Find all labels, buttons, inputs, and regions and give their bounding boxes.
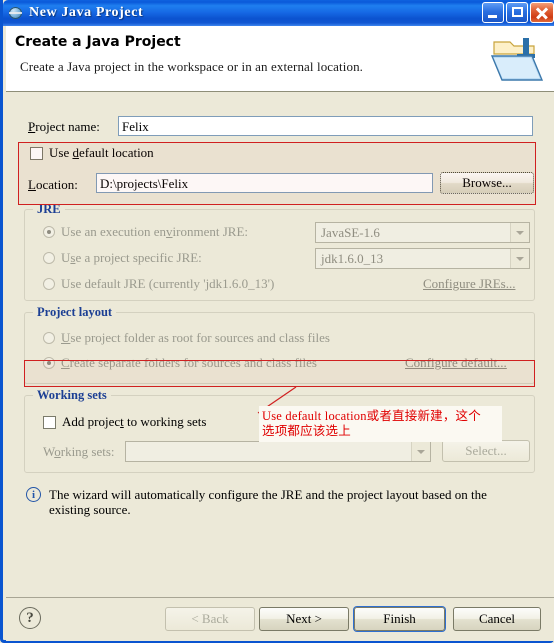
project-name-row: Project name:	[28, 119, 100, 135]
working-sets-group-caption: Working sets	[33, 388, 111, 403]
layout-option-project-folder[interactable]: Use project folder as root for sources a…	[43, 330, 330, 346]
jre-group: JRE Use an execution environment JRE: Ja…	[24, 202, 535, 301]
dialog-window: New Java Project Create a Java Project C…	[0, 0, 554, 643]
location-label: Location:	[28, 177, 78, 192]
info-message: i The wizard will automatically configur…	[26, 487, 536, 517]
jre-group-caption: JRE	[33, 202, 65, 217]
working-sets-row: Working sets:	[43, 444, 115, 460]
annotation-note: Use default location或者直接新建，这个 选项都应该选上	[259, 406, 502, 442]
page-title: Create a Java Project	[15, 34, 181, 50]
window-title: New Java Project	[29, 5, 144, 20]
project-layout-group: Project layout Use project folder as roo…	[24, 305, 535, 384]
add-project-to-working-sets-checkbox[interactable]	[43, 415, 56, 429]
maximize-button[interactable]	[506, 2, 528, 23]
jre-project-specific-radio[interactable]	[43, 252, 55, 264]
title-bar: New Java Project	[3, 0, 554, 26]
page-subtitle: Create a Java project in the workspace o…	[20, 59, 364, 74]
java-project-folder-icon	[490, 38, 544, 81]
working-sets-combo[interactable]	[125, 441, 431, 462]
chevron-down-icon[interactable]	[510, 223, 529, 242]
layout-separate-folders-label: Create separate folders for sources and …	[61, 355, 317, 370]
back-button[interactable]: < Back	[165, 607, 255, 631]
configure-default-link[interactable]: Configure default...	[405, 355, 507, 371]
jre-project-specific-combo-value: jdk1.6.0_13	[321, 250, 384, 266]
project-name-label: Project name:	[28, 119, 100, 134]
layout-option-separate-folders[interactable]: Create separate folders for sources and …	[43, 355, 317, 371]
cancel-button[interactable]: Cancel	[453, 607, 541, 631]
use-default-location-checkbox[interactable]	[30, 146, 43, 160]
wizard-banner: Create a Java Project Create a Java proj…	[6, 26, 554, 92]
next-button[interactable]: Next >	[259, 607, 349, 631]
jre-execution-env-label: Use an execution environment JRE:	[61, 224, 249, 239]
layout-project-folder-label: Use project folder as root for sources a…	[61, 330, 330, 345]
jre-execution-env-radio[interactable]	[43, 226, 55, 238]
info-message-text: The wizard will automatically configure …	[49, 487, 487, 517]
minimize-button[interactable]	[482, 2, 504, 23]
jre-project-specific-combo[interactable]: jdk1.6.0_13	[315, 248, 530, 269]
eclipse-globe-icon	[8, 5, 24, 21]
add-project-to-working-sets-row[interactable]: Add project to working sets	[43, 414, 206, 430]
use-default-location-label: Use default location	[49, 145, 154, 160]
use-default-location-row[interactable]: Use default location	[30, 145, 154, 161]
chevron-down-icon[interactable]	[510, 249, 529, 268]
close-button[interactable]	[530, 2, 554, 23]
jre-option-project-specific[interactable]: Use a project specific JRE:	[43, 250, 202, 266]
jre-project-specific-label: Use a project specific JRE:	[61, 250, 202, 265]
info-icon: i	[26, 487, 41, 502]
jre-execution-env-combo-value: JavaSE-1.6	[321, 224, 380, 240]
screenshot-root: New Java Project Create a Java Project C…	[0, 0, 554, 643]
project-layout-group-caption: Project layout	[33, 305, 117, 320]
browse-button[interactable]: Browse...	[440, 172, 534, 194]
location-row: Location:	[28, 177, 78, 193]
finish-button[interactable]: Finish	[354, 607, 445, 631]
window-controls	[482, 2, 554, 23]
jre-option-execution-env[interactable]: Use an execution environment JRE:	[43, 224, 248, 240]
jre-option-default[interactable]: Use default JRE (currently 'jdk1.6.0_13'…	[43, 276, 274, 292]
jre-execution-env-combo[interactable]: JavaSE-1.6	[315, 222, 530, 243]
layout-separate-folders-radio[interactable]	[43, 357, 55, 369]
help-button[interactable]: ?	[19, 607, 41, 629]
jre-default-radio[interactable]	[43, 278, 55, 290]
chevron-down-icon[interactable]	[411, 442, 430, 461]
layout-project-folder-radio[interactable]	[43, 332, 55, 344]
dialog-body: Project name: Felix Use default location…	[6, 92, 554, 597]
jre-default-label: Use default JRE (currently 'jdk1.6.0_13'…	[61, 276, 275, 291]
working-sets-label: Working sets:	[43, 444, 115, 459]
select-working-sets-button[interactable]: Select...	[442, 440, 530, 462]
project-name-input[interactable]: Felix	[118, 116, 533, 136]
configure-jres-link[interactable]: Configure JREs...	[423, 276, 515, 292]
location-input[interactable]: D:\projects\Felix	[96, 173, 433, 193]
add-project-to-working-sets-label: Add project to working sets	[62, 414, 207, 429]
dialog-footer: ? < Back Next > Finish Cancel	[6, 597, 554, 641]
